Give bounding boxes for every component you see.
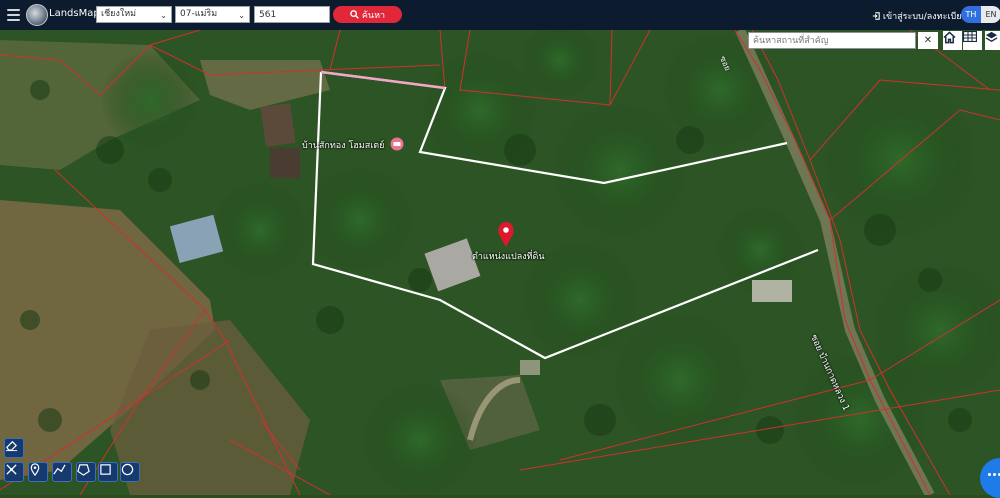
parcel-marker-label: ตำแหน่งแปลงที่ดิน <box>472 252 545 262</box>
clear-search-button[interactable]: ✕ <box>918 32 938 49</box>
eraser-button[interactable] <box>4 438 24 458</box>
parcel-number-input[interactable] <box>254 6 330 23</box>
province-select[interactable]: เชียงใหม่ ⌄ <box>96 6 172 23</box>
lang-th-button[interactable]: TH <box>961 6 981 23</box>
measure-tool-button[interactable] <box>4 462 24 482</box>
layers-icon <box>985 31 998 42</box>
language-toggle: TH EN <box>961 6 1000 23</box>
hamburger-menu-icon[interactable] <box>7 9 20 21</box>
district-select[interactable]: 07-แม่ริม ⌄ <box>175 6 250 23</box>
login-register-link[interactable]: เข้าสู่ระบบ/ลงทะเบียน <box>872 9 968 23</box>
polygon-icon <box>77 464 90 476</box>
pin-tool-button[interactable] <box>28 462 48 482</box>
landsmaps-logo[interactable] <box>26 4 48 26</box>
search-button[interactable]: ค้นหา <box>333 6 402 23</box>
province-select-value: เชียงใหม่ <box>101 9 137 19</box>
lang-en-button[interactable]: EN <box>981 6 1000 23</box>
polyline-tool-button[interactable] <box>52 462 72 482</box>
layers-button[interactable] <box>985 31 1000 50</box>
measure-tool-icon <box>6 464 17 475</box>
top-bar: LandsMaps เชียงใหม่ ⌄ 07-แม่ริม ⌄ ค้นหา … <box>0 0 1000 30</box>
search-icon <box>350 10 359 19</box>
chat-icon <box>988 473 1000 476</box>
chevron-down-icon: ⌄ <box>238 11 245 20</box>
search-button-label: ค้นหา <box>361 10 386 21</box>
chevron-down-icon: ⌄ <box>160 11 167 20</box>
grid-button[interactable] <box>963 31 982 50</box>
polyline-icon <box>53 464 66 475</box>
satellite-map[interactable]: บ้านสักทอง โฮมสเตย์ ตำแหน่งแปลงที่ดิน ซอ… <box>0 30 1000 498</box>
place-search-input[interactable] <box>748 32 916 49</box>
pin-icon <box>30 463 40 476</box>
home-icon <box>943 31 956 44</box>
polygon-tool-button[interactable] <box>76 462 96 482</box>
homestay-poi-icon[interactable] <box>390 137 404 151</box>
eraser-icon <box>5 440 18 452</box>
login-icon <box>872 12 880 20</box>
close-icon: ✕ <box>923 35 933 46</box>
circle-tool-button[interactable] <box>120 462 140 482</box>
circle-icon <box>121 463 134 476</box>
grid-icon <box>963 31 977 42</box>
login-register-label: เข้าสู่ระบบ/ลงทะเบียน <box>882 12 968 22</box>
home-button[interactable] <box>943 31 962 50</box>
rectangle-tool-button[interactable] <box>98 462 118 482</box>
rectangle-icon <box>100 464 111 475</box>
homestay-label: บ้านสักทอง โฮมสเตย์ <box>302 141 385 151</box>
district-select-value: 07-แม่ริม <box>180 9 218 19</box>
